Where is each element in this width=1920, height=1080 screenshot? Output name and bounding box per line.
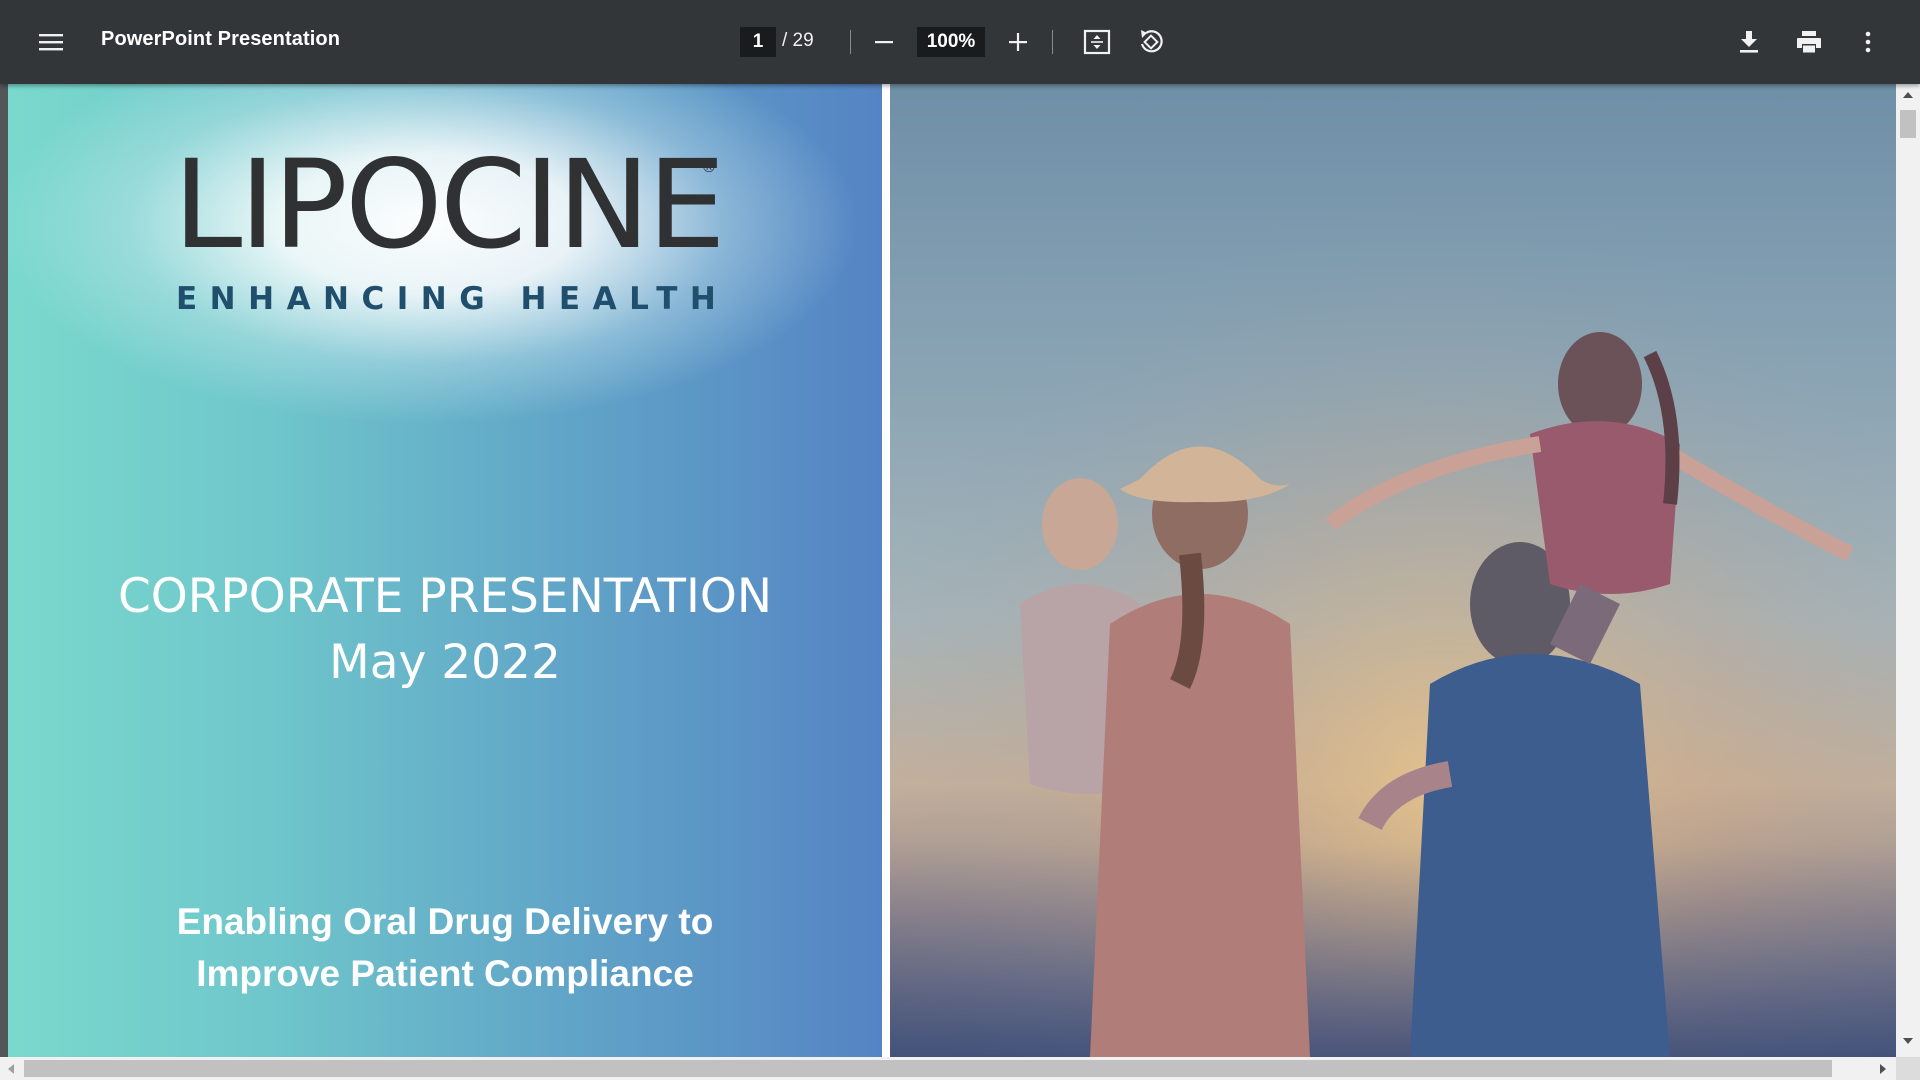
zoom-level-input[interactable]: 100%: [917, 27, 985, 57]
family-photo: [890, 84, 1896, 1057]
scrollbar-corner: [1896, 1057, 1920, 1080]
family-silhouette-image: [890, 84, 1896, 1057]
horizontal-scroll-thumb[interactable]: [24, 1060, 1832, 1077]
pdf-toolbar: PowerPoint Presentation 1 / 29 100%: [0, 0, 1920, 84]
fit-to-page-button[interactable]: [1073, 18, 1121, 66]
vertical-scrollbar[interactable]: [1896, 84, 1920, 1057]
scroll-right-icon[interactable]: [1878, 1063, 1888, 1075]
rotate-counterclockwise-icon: [1140, 30, 1163, 53]
slide-tagline: Enabling Oral Drug Delivery to Improve P…: [8, 896, 882, 1000]
scroll-left-icon[interactable]: [6, 1063, 16, 1075]
slide-left-panel: LIPOCINE ® ENHANCING HEALTH CORPORATE PR…: [8, 84, 882, 1057]
document-title: PowerPoint Presentation: [101, 28, 341, 50]
slide-title-date: May 2022: [329, 635, 561, 690]
slide-divider: [882, 84, 890, 1057]
toolbar-separator: [1052, 30, 1053, 54]
fit-to-page-icon: [1083, 29, 1111, 55]
slide-tagline-line2: Improve Patient Compliance: [196, 953, 694, 994]
slide-title-line1: CORPORATE PRESENTATION: [117, 569, 773, 624]
registered-mark: ®: [703, 159, 715, 176]
print-icon: [1797, 31, 1821, 53]
document-viewer[interactable]: LIPOCINE ® ENHANCING HEALTH CORPORATE PR…: [0, 84, 1896, 1057]
more-options-button[interactable]: [1844, 18, 1892, 66]
scroll-down-icon[interactable]: [1902, 1036, 1914, 1046]
toolbar-separator: [850, 30, 851, 54]
vertical-scroll-thumb[interactable]: [1900, 110, 1916, 138]
zoom-out-button[interactable]: [860, 18, 908, 66]
page-number-input[interactable]: 1: [740, 27, 776, 57]
slide-page: LIPOCINE ® ENHANCING HEALTH CORPORATE PR…: [8, 84, 1896, 1057]
plus-icon: [1009, 33, 1027, 51]
rotate-button[interactable]: [1127, 18, 1175, 66]
zoom-in-button[interactable]: [994, 18, 1042, 66]
more-vertical-icon: [1865, 31, 1871, 53]
company-logo: LIPOCINE: [173, 134, 726, 276]
horizontal-scrollbar[interactable]: [0, 1057, 1896, 1080]
download-icon: [1740, 31, 1758, 53]
scroll-up-icon[interactable]: [1902, 90, 1914, 100]
slide-title: CORPORATE PRESENTATION May 2022: [8, 564, 882, 696]
hamburger-menu-icon: [39, 34, 63, 51]
print-button[interactable]: [1785, 18, 1833, 66]
logo-tagline: ENHANCING HEALTH: [176, 281, 729, 317]
minus-icon: [875, 41, 893, 44]
menu-button[interactable]: [27, 18, 75, 66]
slide-tagline-line1: Enabling Oral Drug Delivery to: [176, 901, 714, 942]
page-count: / 29: [782, 30, 814, 51]
download-button[interactable]: [1725, 18, 1773, 66]
